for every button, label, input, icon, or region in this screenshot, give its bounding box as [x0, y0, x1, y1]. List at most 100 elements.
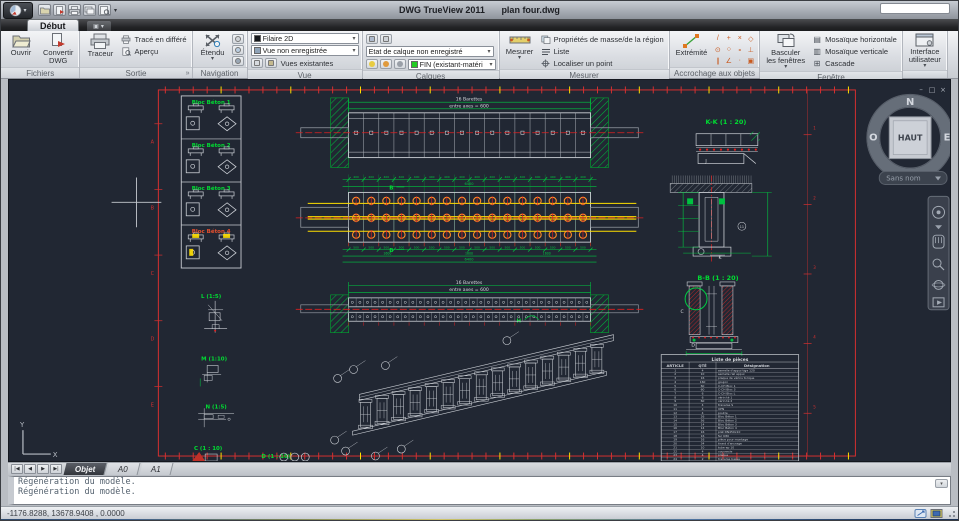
- object-snap-icon[interactable]: ∥: [712, 55, 723, 66]
- viewport-icon: [253, 60, 260, 66]
- dialog-launcher-icon[interactable]: »: [186, 68, 190, 79]
- existing-views-button[interactable]: Vues existantes: [279, 58, 336, 69]
- layer-state-combo[interactable]: Etat de calque non enregistré: [365, 46, 494, 57]
- endpoint-snap-button[interactable]: Extrémité: [673, 32, 711, 67]
- svg-text:X: X: [53, 451, 58, 459]
- layout-nav-button[interactable]: ▶|: [50, 464, 62, 474]
- qat-options-caret-icon[interactable]: ▾: [114, 7, 117, 14]
- drawing-area[interactable]: A B C D E 1 2 3 4 5 Bloc Béton 1 Bloc Béton 2 Blo…: [8, 79, 951, 462]
- sheet-frame: A B C D E 1 2 3 4 5: [150, 86, 856, 460]
- object-snap-icon[interactable]: +: [723, 33, 734, 44]
- measure-button[interactable]: Mesurer: [503, 32, 537, 69]
- zoom-extents-icon: [205, 34, 221, 48]
- application-menu-button[interactable]: ▾: [3, 1, 33, 19]
- pan-button[interactable]: [231, 34, 244, 44]
- dwg-trueview-logo-icon: [10, 4, 22, 16]
- visual-style-combo[interactable]: Filaire 2D: [250, 33, 359, 44]
- plan-view: B B: [295, 185, 644, 254]
- navigation-bar[interactable]: [927, 195, 950, 311]
- layer-stack-icon: [368, 36, 375, 42]
- mass-properties-button[interactable]: Propriétés de masse/de la région: [539, 34, 666, 45]
- svg-text:D: D: [691, 343, 695, 349]
- command-options-button[interactable]: ▾: [935, 479, 948, 488]
- layer-lock-button[interactable]: [393, 59, 406, 69]
- object-snap-icon[interactable]: ×: [734, 33, 745, 44]
- annotation-scale-icon[interactable]: [914, 508, 927, 519]
- background-plot-button[interactable]: Tracé en différé: [119, 34, 188, 45]
- app-menu-caret-icon: ▾: [23, 7, 27, 14]
- plot-button[interactable]: [68, 4, 81, 16]
- svg-text:500: 500: [489, 245, 495, 249]
- drawing-close-button[interactable]: ×: [940, 86, 946, 94]
- object-snap-icon[interactable]: ∠: [723, 55, 734, 66]
- layout-tab-a0[interactable]: A0: [106, 463, 141, 475]
- object-snap-icon[interactable]: ▣: [745, 55, 756, 66]
- layer-combo[interactable]: FIN (existant-matéri: [407, 58, 496, 70]
- object-snap-icon[interactable]: ⊥: [745, 44, 756, 55]
- viewport-config-button[interactable]: [250, 58, 263, 68]
- layout-tab-objet[interactable]: Objet: [63, 463, 108, 475]
- tab-debut[interactable]: Début: [27, 19, 79, 31]
- layer-on-button[interactable]: [365, 59, 378, 69]
- command-window[interactable]: Régénération du modèle. Régénération du …: [8, 476, 951, 505]
- drawing-minimize-button[interactable]: –: [919, 86, 923, 94]
- panel-label-navigation: Navigation: [192, 67, 247, 78]
- plotter-button[interactable]: Traceur: [83, 32, 117, 67]
- layer-freeze-button[interactable]: [379, 59, 392, 69]
- svg-text:400: 400: [399, 175, 405, 179]
- compass-west[interactable]: O: [869, 133, 877, 144]
- layout-tab-a1[interactable]: A1: [139, 463, 174, 475]
- switch-windows-button[interactable]: Basculer les fenêtres: [763, 32, 808, 71]
- object-snap-icon[interactable]: ◇: [745, 33, 756, 44]
- section-kk: K-K (1 : 20) J: [695, 118, 760, 165]
- svg-text:H: H: [517, 319, 522, 325]
- cascade-button[interactable]: ⊞ Cascade: [810, 58, 899, 69]
- object-snap-icon[interactable]: /: [712, 33, 723, 44]
- list-button[interactable]: Liste: [539, 46, 666, 57]
- convert-button[interactable]: [53, 4, 66, 16]
- resize-grip[interactable]: [946, 508, 956, 518]
- compass-east[interactable]: E: [944, 133, 950, 144]
- named-views-button[interactable]: [264, 58, 277, 68]
- layout-nav-button[interactable]: ◀: [24, 464, 36, 474]
- preview-plot-button[interactable]: Aperçu: [119, 46, 188, 57]
- svg-text:500: 500: [580, 245, 586, 249]
- object-snap-icon[interactable]: ○: [723, 44, 734, 55]
- steering-wheel-button[interactable]: [231, 56, 244, 66]
- open-file-button[interactable]: Ouvrir: [4, 32, 38, 67]
- model-paper-toggle-icon[interactable]: [930, 508, 943, 519]
- layout-nav-button[interactable]: |◀: [11, 464, 23, 474]
- preview-sheet-icon: [121, 47, 131, 56]
- object-snap-icon[interactable]: ·: [734, 55, 745, 66]
- convert-dwg-button[interactable]: Convertir DWG: [40, 32, 76, 67]
- object-snap-icon[interactable]: ∘: [734, 44, 745, 55]
- layer-state-button[interactable]: [365, 34, 378, 44]
- panel-label-accrochage: Accrochage aux objets: [669, 67, 760, 78]
- object-snap-icon[interactable]: ⊙: [712, 44, 723, 55]
- ribbon-filler: [948, 31, 958, 78]
- orbit-icon: [234, 47, 241, 53]
- viewcube[interactable]: – □ × N S O E HAUT Sans nom: [866, 86, 950, 185]
- view-combo[interactable]: Vue non enregistrée: [250, 45, 359, 56]
- open-button[interactable]: [38, 4, 51, 16]
- layout-nav-button[interactable]: ▶: [37, 464, 49, 474]
- object-snap-grid[interactable]: / + × ◇ ⊙ ○ ∘ ⊥ ∥ ∠ · ▣: [712, 32, 756, 67]
- locate-point-button[interactable]: Localiser un point: [539, 58, 666, 69]
- layer-previous-button[interactable]: [379, 34, 392, 44]
- orbit-button[interactable]: [231, 45, 244, 55]
- layout-tab-nav[interactable]: |◀ ◀ ▶ ▶|: [8, 463, 65, 475]
- user-interface-button[interactable]: Interface utilisateur: [906, 32, 944, 70]
- tile-horizontal-button[interactable]: ▤ Mosaïque horizontale: [810, 34, 899, 45]
- svg-text:Y: Y: [19, 421, 25, 429]
- drawing-restore-button[interactable]: □: [929, 86, 936, 94]
- svg-text:Bloc Béton 1: Bloc Béton 1: [192, 99, 231, 106]
- svg-text:400: 400: [520, 175, 526, 179]
- svg-text:2: 2: [702, 457, 704, 461]
- tile-vertical-button[interactable]: ▥ Mosaïque verticale: [810, 46, 899, 57]
- infocenter-search-box[interactable]: [880, 3, 950, 14]
- compass-north[interactable]: N: [906, 97, 914, 108]
- ribbon-state-button[interactable]: ▣ ▾: [86, 21, 111, 31]
- preview-button[interactable]: [98, 4, 111, 16]
- zoom-extents-button[interactable]: Étendu: [196, 32, 230, 67]
- batch-plot-button[interactable]: [83, 4, 96, 16]
